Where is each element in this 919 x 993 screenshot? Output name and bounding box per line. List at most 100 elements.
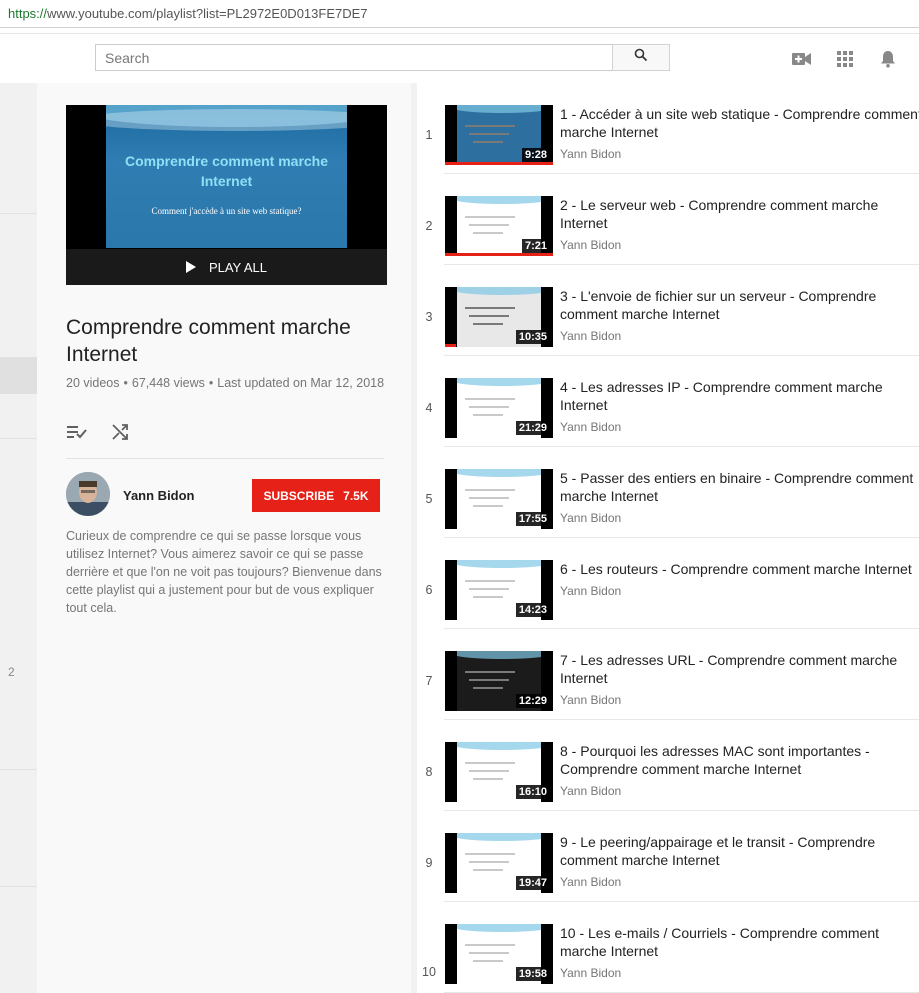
playlist-video-row[interactable]: 10 19:58 10 - Les e-mails / Courriels - Co… xyxy=(417,902,919,993)
playlist-video-row[interactable]: 6 14:23 6 - Les routeurs - Comprendre comm… xyxy=(417,538,919,629)
thumbnail-text-line xyxy=(465,580,515,582)
video-title[interactable]: 1 - Accéder à un site web statique - Com… xyxy=(560,105,919,141)
video-title[interactable]: 5 - Passer des entiers en binaire - Comp… xyxy=(560,469,919,505)
video-title[interactable]: 9 - Le peering/appairage et le transit -… xyxy=(560,833,919,869)
masthead xyxy=(0,34,919,83)
thumbnail-wave-decoration xyxy=(457,742,541,750)
video-title[interactable]: 4 - Les adresses IP - Comprendre comment… xyxy=(560,378,919,414)
view-count: 67,448 views xyxy=(131,376,205,390)
shuffle-icon[interactable] xyxy=(109,423,131,441)
video-thumbnail[interactable]: 16:10 xyxy=(445,742,553,802)
last-updated: Last updated on Mar 12, 2018 xyxy=(217,376,385,390)
playlist-video-row[interactable]: 3 10:35 3 - L'envoie de fichier sur un ser… xyxy=(417,265,919,356)
video-thumbnail[interactable]: 14:23 xyxy=(445,560,553,620)
thumbnail-wave-decoration xyxy=(457,651,541,659)
guide-number: 2 xyxy=(8,665,15,679)
video-title[interactable]: 8 - Pourquoi les adresses MAC sont impor… xyxy=(560,742,919,778)
subscriber-count: 7.5K xyxy=(343,488,369,503)
video-channel-name[interactable]: Yann Bidon xyxy=(560,420,621,434)
video-index: 4 xyxy=(425,401,433,415)
video-index: 6 xyxy=(425,583,433,597)
video-thumbnail[interactable]: 10:35 xyxy=(445,287,553,347)
play-icon xyxy=(185,261,196,273)
stats-separator: • xyxy=(123,376,128,390)
thumbnail-text-line xyxy=(473,687,503,689)
thumbnail-text-line xyxy=(465,944,515,946)
video-thumbnail[interactable]: 12:29 xyxy=(445,651,553,711)
thumbnail-text-line xyxy=(469,770,509,772)
video-thumbnail[interactable]: 19:47 xyxy=(445,833,553,893)
video-duration: 17:55 xyxy=(515,512,550,526)
video-channel-name[interactable]: Yann Bidon xyxy=(560,329,621,343)
video-thumbnail[interactable]: 9:28 xyxy=(445,105,553,165)
guide-divider xyxy=(0,213,37,214)
play-all-button[interactable]: PLAY ALL xyxy=(66,249,387,285)
playlist-video-row[interactable]: 2 7:21 2 - Le serveur web - Comprendre com… xyxy=(417,174,919,265)
hero-slide: Comprendre comment marche Internet Comme… xyxy=(106,105,347,248)
video-channel-name[interactable]: Yann Bidon xyxy=(560,511,621,525)
video-duration: 9:28 xyxy=(521,148,550,162)
thumbnail-wave-decoration xyxy=(457,560,541,568)
search-box[interactable] xyxy=(95,44,613,71)
video-count: 20 videos xyxy=(66,376,120,390)
video-index: 2 xyxy=(425,219,433,233)
video-title[interactable]: 2 - Le serveur web - Comprendre comment … xyxy=(560,196,919,232)
video-channel-name[interactable]: Yann Bidon xyxy=(560,784,621,798)
subscribe-label: SUBSCRIBE xyxy=(263,488,335,503)
playlist-video-row[interactable]: 8 16:10 8 - Pourquoi les adresses MAC sont… xyxy=(417,720,919,811)
thumbnail-text-line xyxy=(473,505,503,507)
search-button[interactable] xyxy=(612,44,670,71)
subscribe-button[interactable]: SUBSCRIBE 7.5K xyxy=(252,479,380,512)
thumbnail-text-line xyxy=(473,869,503,871)
thumbnail-text-line xyxy=(473,141,503,143)
thumbnail-text-line xyxy=(465,125,515,127)
upload-video-icon[interactable] xyxy=(792,50,812,68)
video-title[interactable]: 6 - Les routeurs - Comprendre comment ma… xyxy=(560,560,919,578)
video-channel-name[interactable]: Yann Bidon xyxy=(560,238,621,252)
video-title[interactable]: 7 - Les adresses URL - Comprendre commen… xyxy=(560,651,919,687)
video-channel-name[interactable]: Yann Bidon xyxy=(560,966,621,980)
apps-grid-icon[interactable] xyxy=(835,50,855,68)
owner-name[interactable]: Yann Bidon xyxy=(123,488,195,503)
video-channel-name[interactable]: Yann Bidon xyxy=(560,584,621,598)
search-input[interactable] xyxy=(96,45,612,70)
thumbnail-text-line xyxy=(465,853,515,855)
slide-wave-decoration xyxy=(106,109,347,131)
thumbnail-text-line xyxy=(465,216,515,218)
thumbnail-wave-decoration xyxy=(457,924,541,932)
playlist-video-row[interactable]: 5 17:55 5 - Passer des entiers en binaire … xyxy=(417,447,919,538)
playlist-video-row[interactable]: 9 19:47 9 - Le peering/appairage et le tra… xyxy=(417,811,919,902)
playlist-video-row[interactable]: 7 12:29 7 - Les adresses URL - Comprendre … xyxy=(417,629,919,720)
playlist-hero-thumbnail[interactable]: Comprendre comment marche Internet Comme… xyxy=(66,105,387,285)
avatar[interactable] xyxy=(66,472,110,516)
thumbnail-text-line xyxy=(465,762,515,764)
video-thumbnail[interactable]: 21:29 xyxy=(445,378,553,438)
video-thumbnail[interactable]: 19:58 xyxy=(445,924,553,984)
video-index: 7 xyxy=(425,674,433,688)
thumbnail-text-line xyxy=(473,596,503,598)
thumbnail-text-line xyxy=(469,679,509,681)
save-playlist-icon[interactable] xyxy=(66,423,88,441)
browser-url-bar[interactable]: https://www.youtube.com/playlist?list=PL… xyxy=(0,0,919,28)
video-channel-name[interactable]: Yann Bidon xyxy=(560,693,621,707)
playlist-video-row[interactable]: 1 9:28 1 - Accéder à un site web statique … xyxy=(417,83,919,174)
play-all-label: PLAY ALL xyxy=(208,259,268,275)
playlist-video-row[interactable]: 4 21:29 4 - Les adresses IP - Comprendre c… xyxy=(417,356,919,447)
video-duration: 12:29 xyxy=(515,694,550,708)
video-title[interactable]: 10 - Les e-mails / Courriels - Comprendr… xyxy=(560,924,919,960)
guide-selected-item[interactable] xyxy=(0,357,37,394)
playlist-title: Comprendre comment marche Internet xyxy=(66,316,351,366)
browser-url[interactable]: https://www.youtube.com/playlist?list=PL… xyxy=(8,6,368,21)
video-thumbnail[interactable]: 7:21 xyxy=(445,196,553,256)
thumbnail-text-line xyxy=(473,960,503,962)
video-index: 1 xyxy=(425,128,433,142)
video-channel-name[interactable]: Yann Bidon xyxy=(560,147,621,161)
video-title[interactable]: 3 - L'envoie de fichier sur un serveur -… xyxy=(560,287,919,323)
notifications-bell-icon[interactable] xyxy=(878,50,898,68)
video-thumbnail[interactable]: 17:55 xyxy=(445,469,553,529)
video-channel-name[interactable]: Yann Bidon xyxy=(560,875,621,889)
thumbnail-text-line xyxy=(465,671,515,673)
video-duration: 19:58 xyxy=(515,967,550,981)
video-index: 8 xyxy=(425,765,433,779)
video-index: 10 xyxy=(422,965,436,979)
